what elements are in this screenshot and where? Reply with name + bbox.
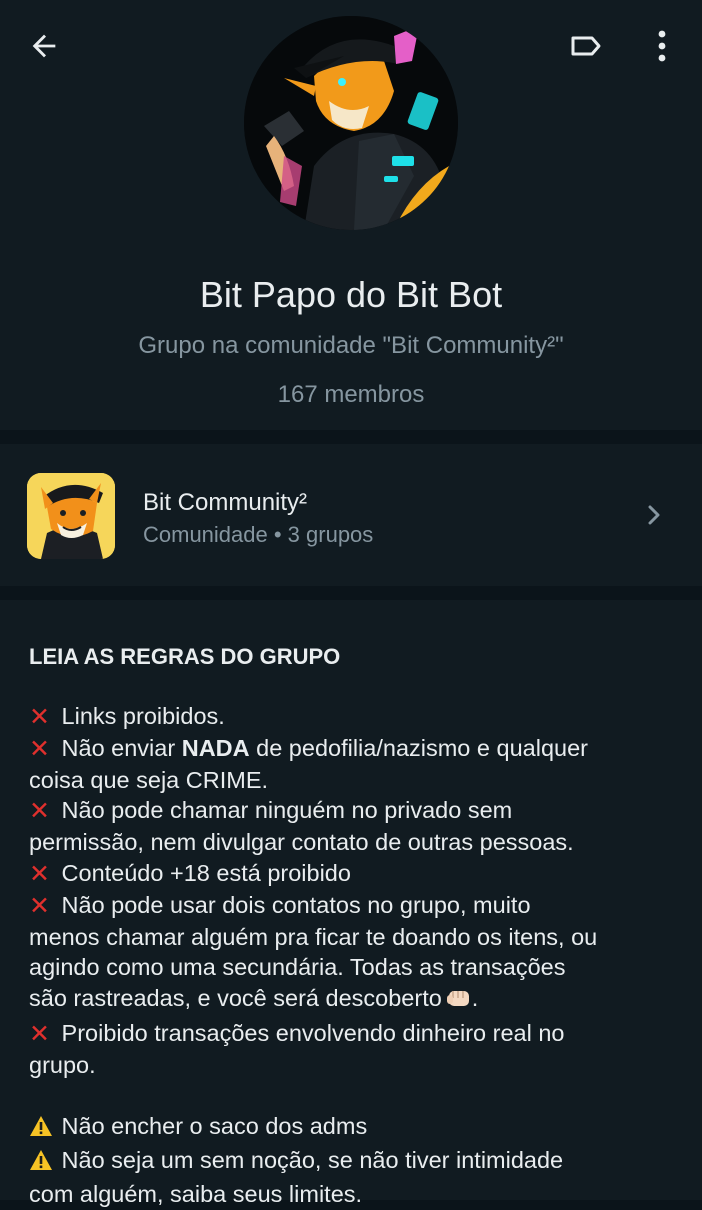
warning-line: Não encher o saco dos adms xyxy=(29,1111,679,1145)
group-header: Bit Papo do Bit Bot Grupo na comunidade … xyxy=(0,0,702,430)
community-name: Bit Community² xyxy=(143,489,308,516)
chevron-right-icon xyxy=(640,500,668,535)
rule-line: menos chamar alguém pra ficar te doando … xyxy=(29,923,598,950)
rule-line: grupo. xyxy=(29,1051,96,1078)
description-body: ✕ Links proibidos. ✕ Não enviar NADA de … xyxy=(29,701,679,1210)
community-meta: Comunidade • 3 grupos xyxy=(143,522,374,547)
warning-line: Não seja um sem noção, se não tiver inti… xyxy=(29,1145,679,1179)
description-heading: LEIA AS REGRAS DO GRUPO xyxy=(29,644,341,669)
more-vertical-icon xyxy=(658,30,666,62)
label-button[interactable] xyxy=(556,18,616,74)
rule-line: agindo como uma secundária. Todas as tra… xyxy=(29,954,566,981)
warning-icon xyxy=(29,1114,55,1145)
rule-line: são rastreadas, e você será descoberto. xyxy=(29,983,679,1018)
fox-mascot-image xyxy=(27,473,115,559)
fist-bump-icon xyxy=(446,986,472,1018)
group-avatar[interactable] xyxy=(244,16,458,230)
community-avatar xyxy=(27,473,115,559)
group-subtitle[interactable]: Grupo na comunidade "Bit Community²" xyxy=(0,328,702,364)
more-options-button[interactable] xyxy=(634,18,690,74)
back-button[interactable] xyxy=(14,18,74,74)
cross-mark-icon: ✕ xyxy=(29,859,50,888)
cross-mark-icon: ✕ xyxy=(29,703,50,731)
rule-line: ✕ Proibido transações envolvendo dinheir… xyxy=(29,1019,565,1048)
rule-line: permissão, nem divulgar contato de outra… xyxy=(29,829,574,856)
warning-icon xyxy=(29,1148,55,1179)
rule-line: ✕ Conteúdo +18 está proibido xyxy=(29,859,351,888)
rule-line: ✕ Não pode usar dois contatos no grupo, … xyxy=(29,891,531,920)
group-title: Bit Papo do Bit Bot xyxy=(199,274,503,315)
cross-mark-icon: ✕ xyxy=(29,734,50,763)
label-icon xyxy=(571,36,601,56)
rule-line: ✕ Não enviar NADA de pedofilia/nazismo e… xyxy=(29,734,588,763)
warning-line: com alguém, saiba seus limites. xyxy=(29,1180,363,1207)
cross-mark-icon: ✕ xyxy=(29,891,50,920)
rule-line: ✕ Links proibidos. xyxy=(29,703,225,731)
arrow-left-icon xyxy=(32,34,56,58)
rule-line: coisa que seja CRIME. xyxy=(29,766,269,793)
rule-line: ✕ Não pode chamar ninguém no privado sem xyxy=(29,797,513,826)
community-row[interactable]: Bit Community² Comunidade • 3 grupos xyxy=(0,444,702,586)
fox-character-image xyxy=(244,16,458,230)
member-count: 167 membros xyxy=(277,381,425,408)
cross-mark-icon: ✕ xyxy=(29,1019,50,1048)
cross-mark-icon: ✕ xyxy=(29,797,50,826)
